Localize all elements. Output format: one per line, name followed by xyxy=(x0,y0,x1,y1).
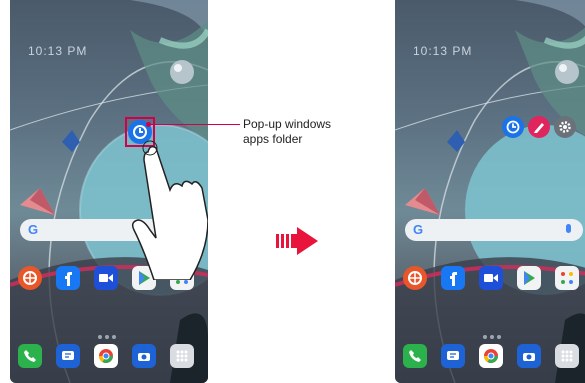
callout-label: Pop-up windows apps folder xyxy=(243,117,383,147)
apps-drawer-icon[interactable] xyxy=(170,344,194,368)
popup-clock-app[interactable] xyxy=(502,116,524,138)
status-clock: 10:13 PM xyxy=(413,44,473,58)
popup-apps-expanded xyxy=(498,116,585,144)
play-store-icon[interactable] xyxy=(517,266,541,290)
app-grid-icon[interactable] xyxy=(555,266,579,290)
clock-icon xyxy=(506,120,520,134)
callout-line-1: Pop-up windows xyxy=(243,117,332,131)
tap-hand-icon xyxy=(131,140,208,280)
search-bar[interactable]: G xyxy=(405,219,583,241)
video-icon[interactable] xyxy=(94,266,118,290)
mic-icon[interactable] xyxy=(566,224,571,233)
chrome-icon[interactable] xyxy=(94,344,118,368)
arrow-right-icon xyxy=(276,227,318,255)
callout-line xyxy=(148,124,240,125)
google-logo: G xyxy=(28,222,39,237)
dock xyxy=(10,344,208,374)
phone-icon[interactable] xyxy=(403,344,427,368)
phone-icon[interactable] xyxy=(18,344,42,368)
globe-icon[interactable] xyxy=(18,266,42,290)
facebook-icon[interactable] xyxy=(441,266,465,290)
phone-screen-after: 10:13 PM G xyxy=(395,0,585,383)
pencil-icon xyxy=(534,123,544,133)
page-indicator xyxy=(483,326,507,339)
phone-screen-before: 10:13 PM G xyxy=(10,0,208,383)
camera-icon[interactable] xyxy=(132,344,156,368)
video-icon[interactable] xyxy=(479,266,503,290)
apps-drawer-icon[interactable] xyxy=(555,344,579,368)
home-app-row xyxy=(395,266,585,296)
status-clock: 10:13 PM xyxy=(28,44,88,58)
facebook-icon[interactable] xyxy=(56,266,80,290)
globe-icon[interactable] xyxy=(403,266,427,290)
chrome-icon[interactable] xyxy=(479,344,503,368)
dock xyxy=(395,344,585,374)
callout-dot xyxy=(146,122,151,127)
popup-pencil-app[interactable] xyxy=(528,116,550,138)
camera-icon[interactable] xyxy=(517,344,541,368)
page-indicator xyxy=(98,326,122,339)
popup-settings-app[interactable] xyxy=(554,116,576,138)
callout-line-2: apps folder xyxy=(243,132,303,146)
google-logo: G xyxy=(413,222,424,237)
gear-icon xyxy=(559,121,571,133)
messages-icon[interactable] xyxy=(441,344,465,368)
messages-icon[interactable] xyxy=(56,344,80,368)
